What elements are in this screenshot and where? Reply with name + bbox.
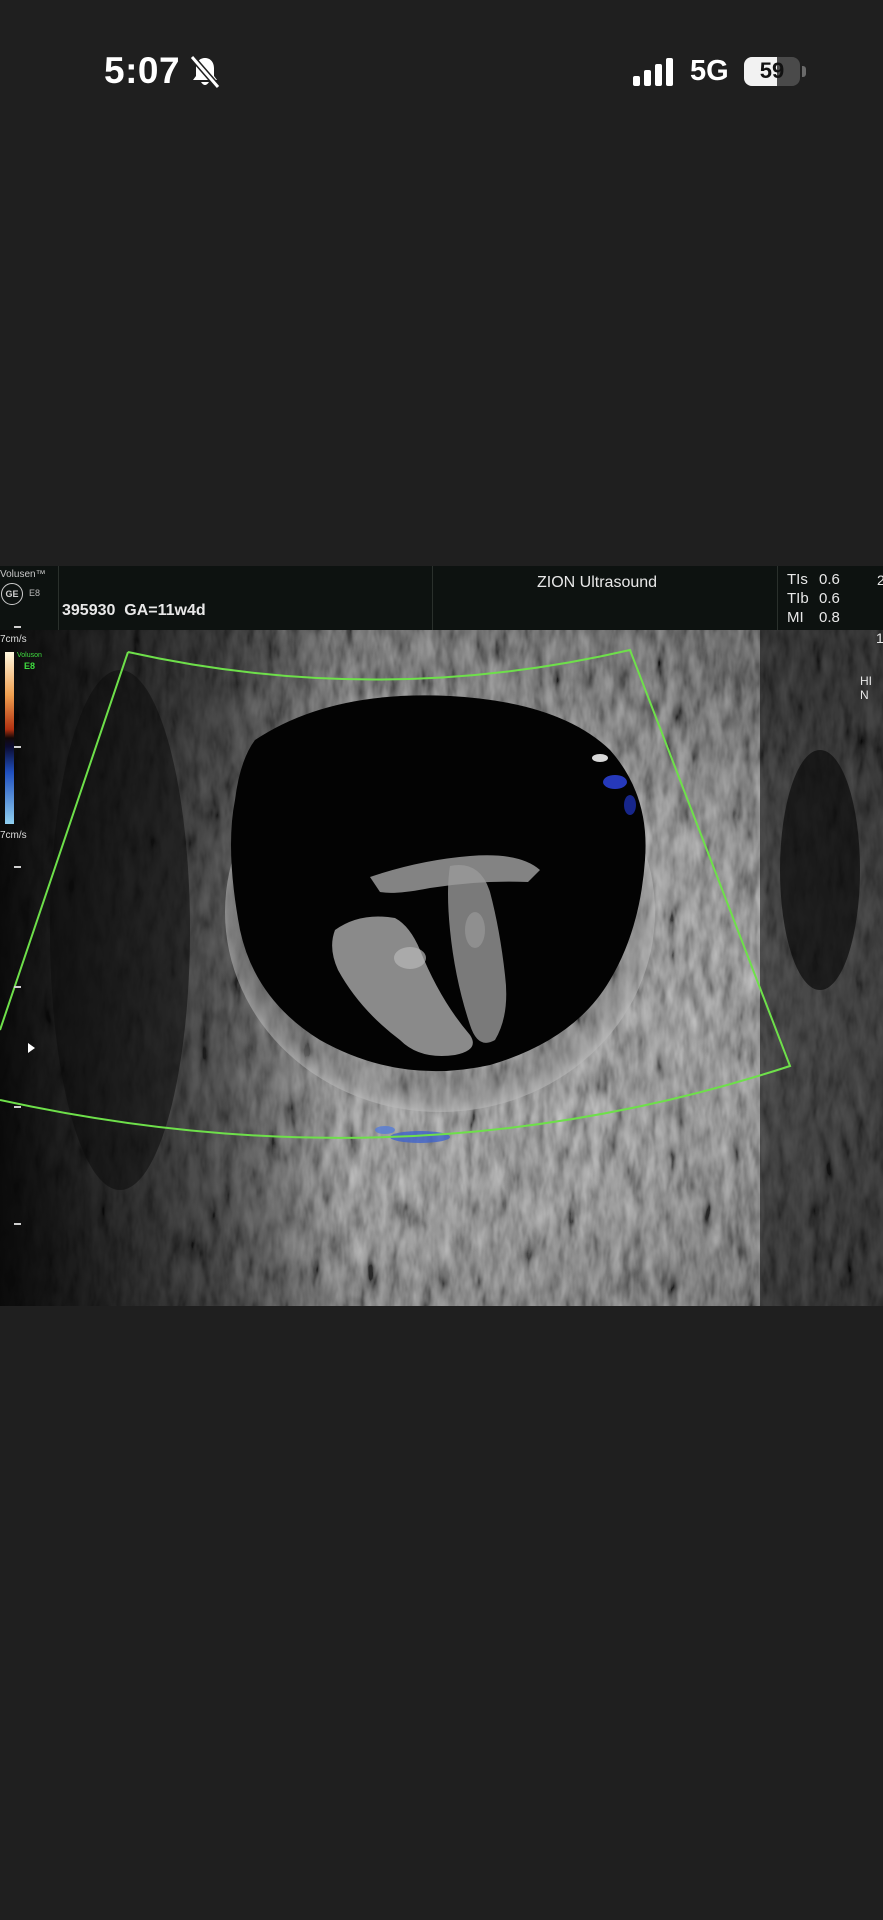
bell-slash-icon (189, 55, 221, 89)
thermal-index-soft-tissue: TIs 0.6 (787, 571, 840, 588)
doppler-color-bar (5, 652, 14, 824)
ultrasound-frame: Volusen™ GE E8 395930 GA=11w4d ZION Ultr… (0, 566, 883, 1306)
preset-name: Voluson (17, 652, 42, 659)
network-type-label: 5G (690, 55, 729, 87)
cellular-signal-icon (633, 58, 673, 86)
ultrasound-header: Volusen™ GE E8 395930 GA=11w4d ZION Ultr… (0, 566, 883, 630)
patient-info: 395930 GA=11w4d (62, 602, 206, 620)
color-scale-min: 7cm/s (0, 830, 27, 841)
edge-text: HI N (860, 674, 872, 702)
preset-code: E8 (24, 661, 36, 671)
clock-time: 5:07 (104, 50, 181, 91)
ge-logo: GE (1, 583, 23, 605)
depth-tick (14, 1223, 21, 1225)
focus-marker (28, 1043, 35, 1053)
mechanical-index: MI 0.8 (787, 609, 840, 626)
depth-tick (14, 746, 21, 748)
header-divider (432, 566, 433, 630)
edge-text: 2 (877, 572, 883, 588)
depth-tick (14, 866, 21, 868)
edge-text: 1 (876, 630, 883, 646)
battery-percent: 59 (759, 58, 785, 83)
battery-cap (802, 66, 806, 77)
depth-tick (14, 986, 21, 988)
patient-id: 395930 (62, 602, 116, 619)
vendor-label: Volusen™ (0, 569, 46, 580)
status-bar: 5:07 5G 59 (0, 0, 883, 140)
depth-tick (14, 626, 21, 628)
header-divider (58, 566, 59, 630)
thermal-index-bone: TIb 0.6 (787, 590, 840, 607)
clinic-name: ZION Ultrasound (537, 574, 658, 591)
header-divider (777, 566, 778, 630)
ultrasound-scan-image (0, 630, 883, 1306)
model-label: E8 (29, 588, 41, 598)
battery-icon: 59 (744, 57, 800, 86)
gestational-age: GA=11w4d (124, 602, 206, 619)
depth-tick (14, 1106, 21, 1108)
color-scale-max: 7cm/s (0, 634, 27, 645)
